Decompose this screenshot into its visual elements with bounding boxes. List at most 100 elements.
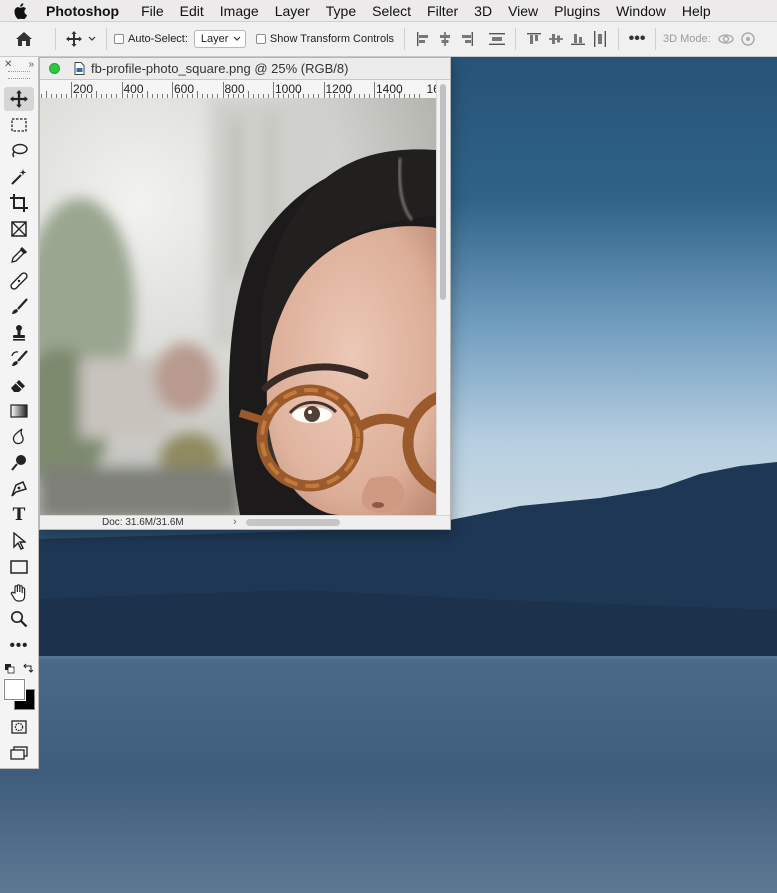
- brush-tool[interactable]: [4, 295, 34, 319]
- align-vertical-center-icon[interactable]: [545, 28, 567, 50]
- show-transform-controls-label: Show Transform Controls: [269, 33, 395, 45]
- align-top-icon[interactable]: [523, 28, 545, 50]
- 3d-roll-icon[interactable]: [737, 28, 759, 50]
- ruler-label: 1000: [275, 82, 302, 96]
- eraser-tool[interactable]: [4, 373, 34, 397]
- healing-brush-tool[interactable]: [4, 269, 34, 293]
- show-transform-controls-checkbox[interactable]: [255, 34, 266, 44]
- lasso-tool-icon: [12, 143, 28, 158]
- rectangle-tool[interactable]: [4, 555, 34, 579]
- ruler-tick: [273, 82, 274, 98]
- marquee-tool[interactable]: [4, 113, 34, 137]
- align-right-icon[interactable]: [456, 28, 478, 50]
- healing-brush-icon: [10, 272, 28, 290]
- history-brush-tool[interactable]: [4, 347, 34, 371]
- menu-help[interactable]: Help: [674, 3, 719, 19]
- collapse-panel-icon[interactable]: »: [28, 59, 34, 70]
- home-icon[interactable]: [0, 31, 48, 47]
- apple-icon[interactable]: [0, 2, 40, 19]
- ruler-label: 600: [174, 82, 195, 96]
- align-left-icon[interactable]: [412, 28, 434, 50]
- swap-colors-icon[interactable]: [23, 663, 33, 673]
- foreground-color-swatch[interactable]: [4, 679, 25, 700]
- vertical-scroll-thumb[interactable]: [440, 84, 446, 300]
- screen-mode-icon: [10, 746, 28, 760]
- menu-image[interactable]: Image: [212, 3, 267, 19]
- color-swatch-controls: [5, 662, 33, 676]
- ruler-label: 400: [123, 82, 144, 96]
- frame-tool-icon: [11, 221, 27, 237]
- distribute-horizontal-icon[interactable]: [589, 28, 611, 50]
- menu-select[interactable]: Select: [364, 3, 419, 19]
- 3d-orbit-icon[interactable]: [715, 28, 737, 50]
- more-options-icon[interactable]: •••: [626, 28, 648, 50]
- align-bottom-icon[interactable]: [567, 28, 589, 50]
- move-tool-preset-icon[interactable]: [63, 31, 85, 47]
- menu-bar: Photoshop File Edit Image Layer Type Sel…: [0, 0, 777, 22]
- quick-mask-button[interactable]: [4, 715, 34, 739]
- menu-filter[interactable]: Filter: [419, 3, 466, 19]
- status-menu-arrow-icon[interactable]: ›: [233, 516, 237, 528]
- screen-mode-button[interactable]: [4, 741, 34, 765]
- marquee-tool-icon: [11, 118, 27, 132]
- dodge-tool[interactable]: [4, 451, 34, 475]
- app-menu-photoshop[interactable]: Photoshop: [40, 3, 133, 19]
- options-separator: [515, 28, 517, 50]
- pen-tool-icon: [11, 481, 28, 497]
- ruler-tick: [247, 91, 249, 98]
- ruler-tick: [197, 91, 199, 98]
- document-status-bar: Doc: 31.6M/31.6M ›: [40, 515, 450, 529]
- zoom-tool[interactable]: [4, 607, 34, 631]
- type-tool[interactable]: T: [4, 503, 34, 527]
- ruler-tick: [96, 91, 98, 98]
- align-horizontal-center-icon[interactable]: [434, 28, 456, 50]
- document-size-readout[interactable]: Doc: 31.6M/31.6M: [102, 517, 184, 528]
- preset-chevron-down-icon[interactable]: [85, 36, 99, 42]
- 3d-mode-label: 3D Mode:: [663, 33, 711, 45]
- eyedropper-tool[interactable]: [4, 243, 34, 267]
- gradient-tool[interactable]: [4, 399, 34, 423]
- edit-toolbar-button[interactable]: •••: [4, 633, 34, 657]
- png-file-icon: [74, 62, 85, 75]
- menu-window[interactable]: Window: [608, 3, 674, 19]
- crop-tool-icon: [10, 194, 28, 212]
- default-colors-icon[interactable]: [5, 664, 15, 674]
- menu-type[interactable]: Type: [318, 3, 364, 19]
- hand-tool[interactable]: [4, 581, 34, 605]
- menu-layer[interactable]: Layer: [267, 3, 318, 19]
- move-tool[interactable]: [4, 87, 34, 111]
- menu-plugins[interactable]: Plugins: [546, 3, 608, 19]
- clone-stamp-tool[interactable]: [4, 321, 34, 345]
- options-separator: [55, 28, 56, 50]
- menu-3d[interactable]: 3D: [466, 3, 500, 19]
- document-canvas[interactable]: [40, 98, 436, 515]
- blur-tool[interactable]: [4, 425, 34, 449]
- frame-tool[interactable]: [4, 217, 34, 241]
- magic-wand-tool[interactable]: [4, 165, 34, 189]
- close-panel-icon[interactable]: ✕: [4, 59, 12, 70]
- vertical-scrollbar[interactable]: [436, 80, 450, 515]
- ruler-label: 200: [73, 82, 94, 96]
- path-selection-tool[interactable]: [4, 529, 34, 553]
- lasso-tool[interactable]: [4, 139, 34, 163]
- document-close-button[interactable]: [49, 63, 60, 74]
- menu-edit[interactable]: Edit: [172, 3, 212, 19]
- menu-view[interactable]: View: [500, 3, 546, 19]
- distribute-vertical-icon[interactable]: [486, 28, 508, 50]
- pen-tool[interactable]: [4, 477, 34, 501]
- auto-select-checkbox[interactable]: [114, 34, 124, 44]
- menu-file[interactable]: File: [133, 3, 172, 19]
- document-title-bar[interactable]: fb-profile-photo_square.png @ 25% (RGB/8…: [40, 58, 450, 80]
- document-tab-title: fb-profile-photo_square.png @ 25% (RGB/8…: [91, 61, 349, 76]
- options-separator: [618, 28, 620, 50]
- zoom-tool-icon: [10, 610, 28, 628]
- panel-grip[interactable]: [8, 71, 30, 79]
- tools-panel: ✕ » T •••: [0, 57, 39, 769]
- horizontal-scroll-thumb[interactable]: [246, 519, 340, 526]
- ruler-label: 1400: [376, 82, 403, 96]
- horizontal-ruler[interactable]: 200 400 600 800 1000 1200 1400 16: [40, 80, 436, 99]
- auto-select-target-dropdown[interactable]: Layer: [193, 30, 246, 48]
- quick-mask-icon: [11, 720, 27, 734]
- crop-tool[interactable]: [4, 191, 34, 215]
- ruler-tick: [323, 82, 325, 98]
